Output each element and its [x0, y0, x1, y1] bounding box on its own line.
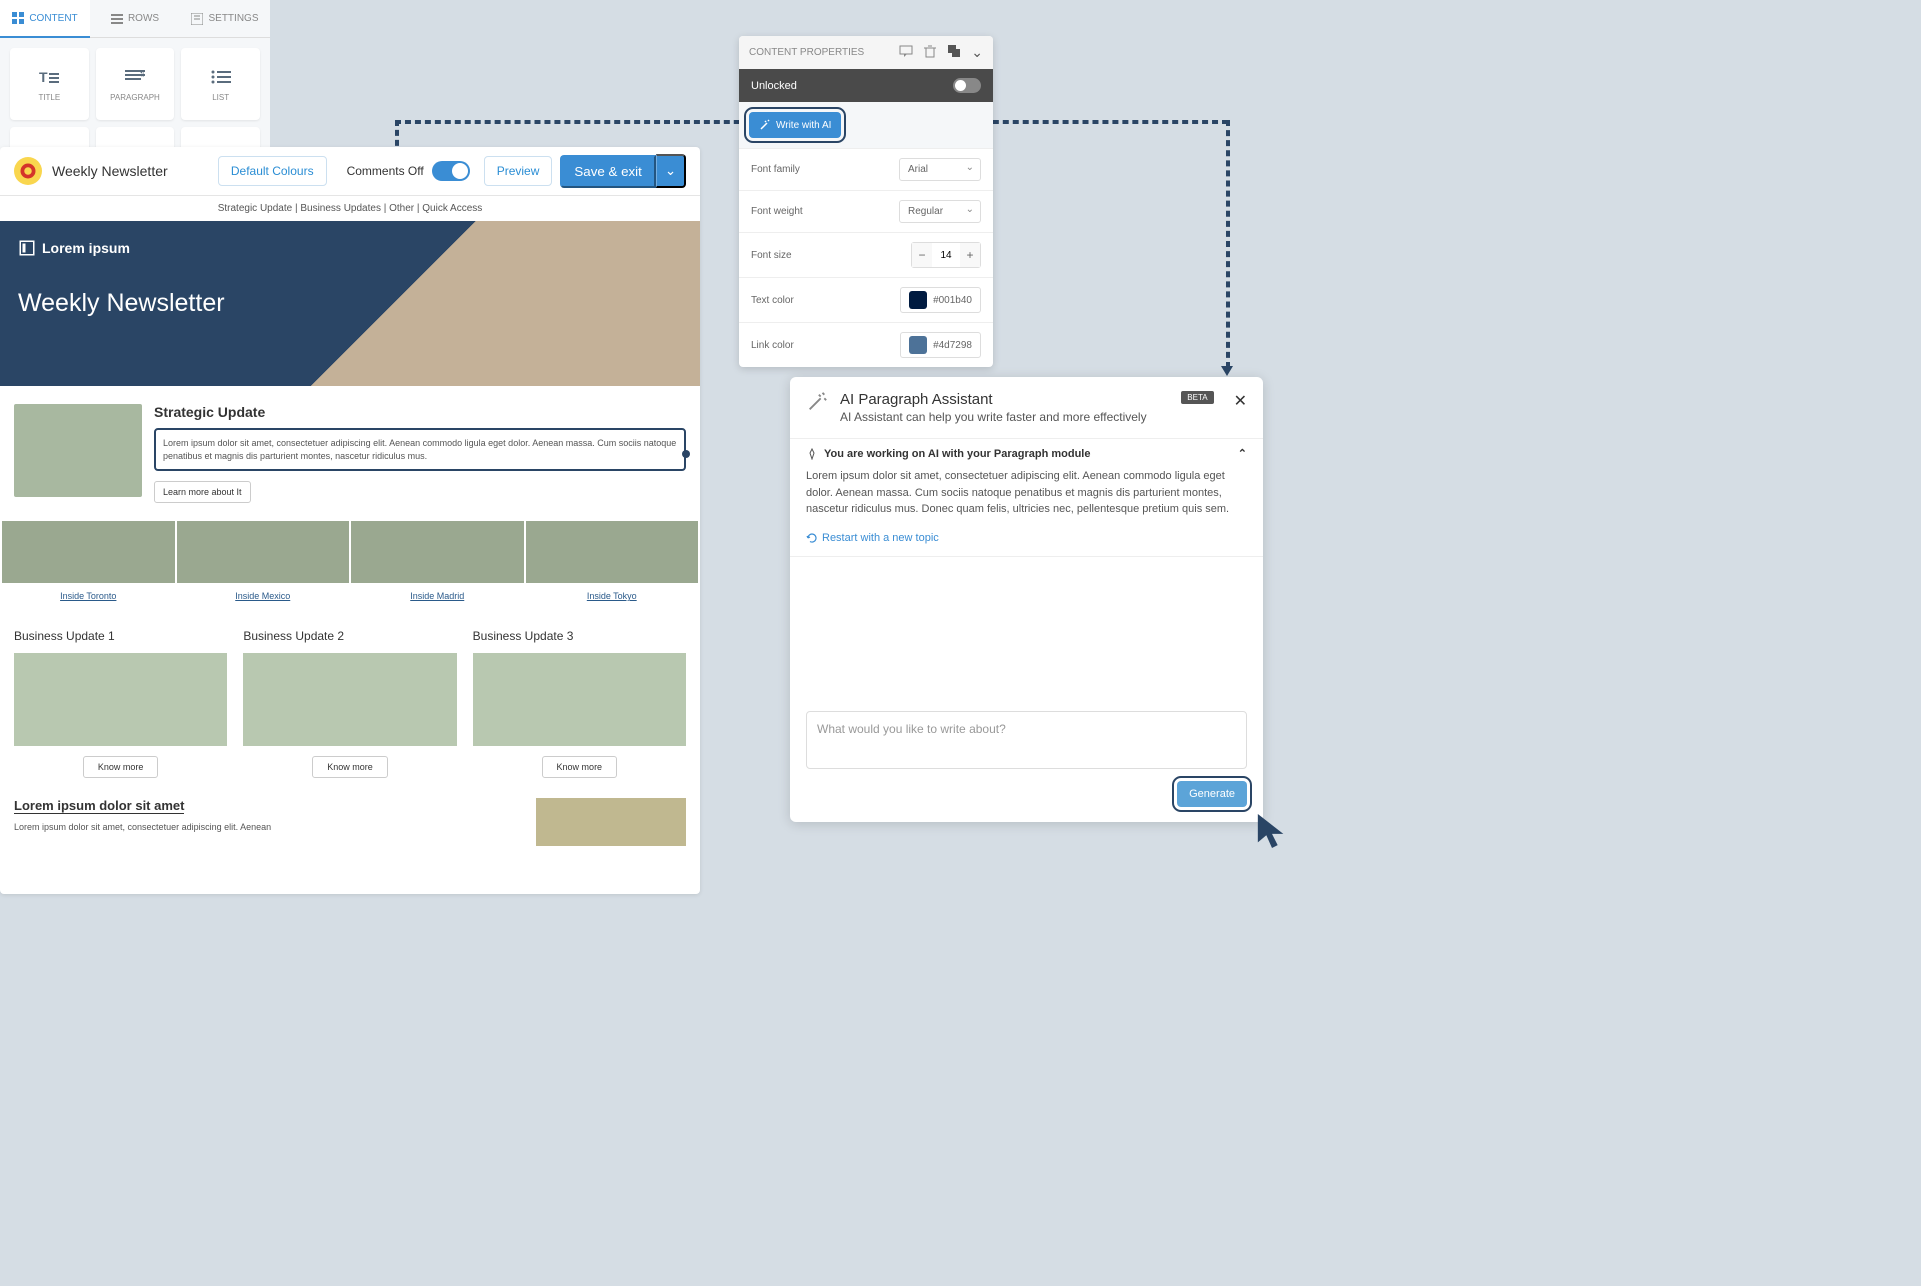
- bottom-text: Lorem ipsum dolor sit amet, consectetuer…: [14, 822, 522, 832]
- know-more-button[interactable]: Know more: [312, 756, 388, 778]
- chevron-down-icon[interactable]: ⌄: [971, 44, 983, 61]
- city-item[interactable]: Inside Toronto: [2, 521, 175, 609]
- city-item[interactable]: Inside Tokyo: [526, 521, 699, 609]
- lock-toggle[interactable]: [953, 78, 981, 93]
- content-block-title[interactable]: TTITLE: [10, 48, 89, 120]
- tab-content[interactable]: CONTENT: [0, 0, 90, 38]
- list-icon: [209, 67, 233, 87]
- ai-body-text: Lorem ipsum dolor sit amet, consectetuer…: [790, 468, 1263, 528]
- comments-off-label: Comments Off: [347, 164, 424, 178]
- text-color-picker[interactable]: #001b40: [900, 287, 981, 313]
- comments-toggle[interactable]: [432, 161, 470, 181]
- learn-more-button[interactable]: Learn more about It: [154, 481, 251, 503]
- font-size-label: Font size: [751, 250, 911, 261]
- content-block-list[interactable]: LIST: [181, 48, 260, 120]
- arrow-icon: [1221, 366, 1233, 376]
- link-color-label: Link color: [751, 340, 900, 351]
- editor-panel: Weekly Newsletter Default Colours Commen…: [0, 147, 700, 894]
- ai-subtitle: AI Assistant can help you write faster a…: [840, 410, 1169, 424]
- font-family-select[interactable]: Arial: [899, 158, 981, 181]
- text-color-label: Text color: [751, 295, 900, 306]
- ai-prompt-input[interactable]: What would you like to write about?: [806, 711, 1247, 769]
- tab-rows[interactable]: ROWS: [90, 0, 180, 38]
- svg-text:T: T: [39, 69, 48, 85]
- brand-logo: [14, 157, 42, 185]
- font-weight-select[interactable]: Regular: [899, 200, 981, 223]
- ai-title: AI Paragraph Assistant: [840, 391, 1169, 408]
- props-header-title: CONTENT PROPERTIES: [749, 47, 864, 58]
- hero-section: Lorem ipsum Weekly Newsletter: [0, 221, 700, 386]
- preview-button[interactable]: Preview: [484, 156, 553, 186]
- update-item: Business Update 1Know more: [14, 629, 227, 778]
- paragraph-icon: ¶: [123, 67, 147, 87]
- font-family-label: Font family: [751, 164, 899, 175]
- city-item[interactable]: Inside Madrid: [351, 521, 524, 609]
- ai-assistant-panel: AI Paragraph Assistant AI Assistant can …: [790, 377, 1263, 822]
- chevron-up-icon[interactable]: ⌃: [1238, 447, 1247, 460]
- close-icon[interactable]: ✕: [1234, 391, 1247, 411]
- restart-link[interactable]: Restart with a new topic: [790, 528, 1263, 556]
- duplicate-icon[interactable]: [947, 44, 961, 58]
- write-with-ai-button[interactable]: Write with AI: [749, 112, 841, 138]
- save-exit-caret[interactable]: ⌄: [656, 154, 686, 188]
- svg-text:¶: ¶: [140, 69, 144, 78]
- update-item: Business Update 3Know more: [473, 629, 686, 778]
- font-size-stepper[interactable]: −+: [911, 242, 981, 268]
- generate-button[interactable]: Generate: [1177, 781, 1247, 807]
- city-item[interactable]: Inside Mexico: [177, 521, 350, 609]
- strategic-image: [14, 404, 142, 497]
- wand-icon: [806, 391, 828, 413]
- update-item: Business Update 2Know more: [243, 629, 456, 778]
- default-colours-button[interactable]: Default Colours: [218, 156, 327, 186]
- tab-settings[interactable]: SETTINGS: [180, 0, 270, 38]
- flow-line: [1226, 120, 1230, 368]
- selected-paragraph[interactable]: Lorem ipsum dolor sit amet, consectetuer…: [154, 428, 686, 471]
- content-block-paragraph[interactable]: ¶PARAGRAPH: [96, 48, 175, 120]
- comment-icon[interactable]: [899, 44, 913, 58]
- beta-badge: BETA: [1181, 391, 1213, 404]
- wand-icon: [759, 119, 771, 131]
- page-title: Weekly Newsletter: [52, 163, 218, 179]
- bottom-heading: Lorem ipsum dolor sit amet: [14, 798, 184, 814]
- properties-panel: CONTENT PROPERTIES ⌄ Unlocked Write with…: [739, 36, 993, 367]
- unlocked-label: Unlocked: [751, 80, 797, 92]
- ai-working-text: You are working on AI with your Paragrap…: [824, 448, 1090, 460]
- know-more-button[interactable]: Know more: [542, 756, 618, 778]
- hero-brand: Lorem ipsum: [18, 239, 682, 257]
- link-color-picker[interactable]: #4d7298: [900, 332, 981, 358]
- hero-title: Weekly Newsletter: [18, 287, 682, 320]
- font-weight-label: Font weight: [751, 206, 899, 217]
- strategic-heading: Strategic Update: [154, 404, 686, 420]
- pin-icon: [806, 448, 818, 460]
- title-icon: T: [37, 67, 61, 87]
- know-more-button[interactable]: Know more: [83, 756, 159, 778]
- trash-icon[interactable]: [923, 44, 937, 58]
- bottom-image: [536, 798, 686, 846]
- cursor-icon: [1255, 811, 1289, 851]
- breadcrumb[interactable]: Strategic Update | Business Updates | Ot…: [0, 196, 700, 221]
- save-exit-button[interactable]: Save & exit: [560, 155, 655, 188]
